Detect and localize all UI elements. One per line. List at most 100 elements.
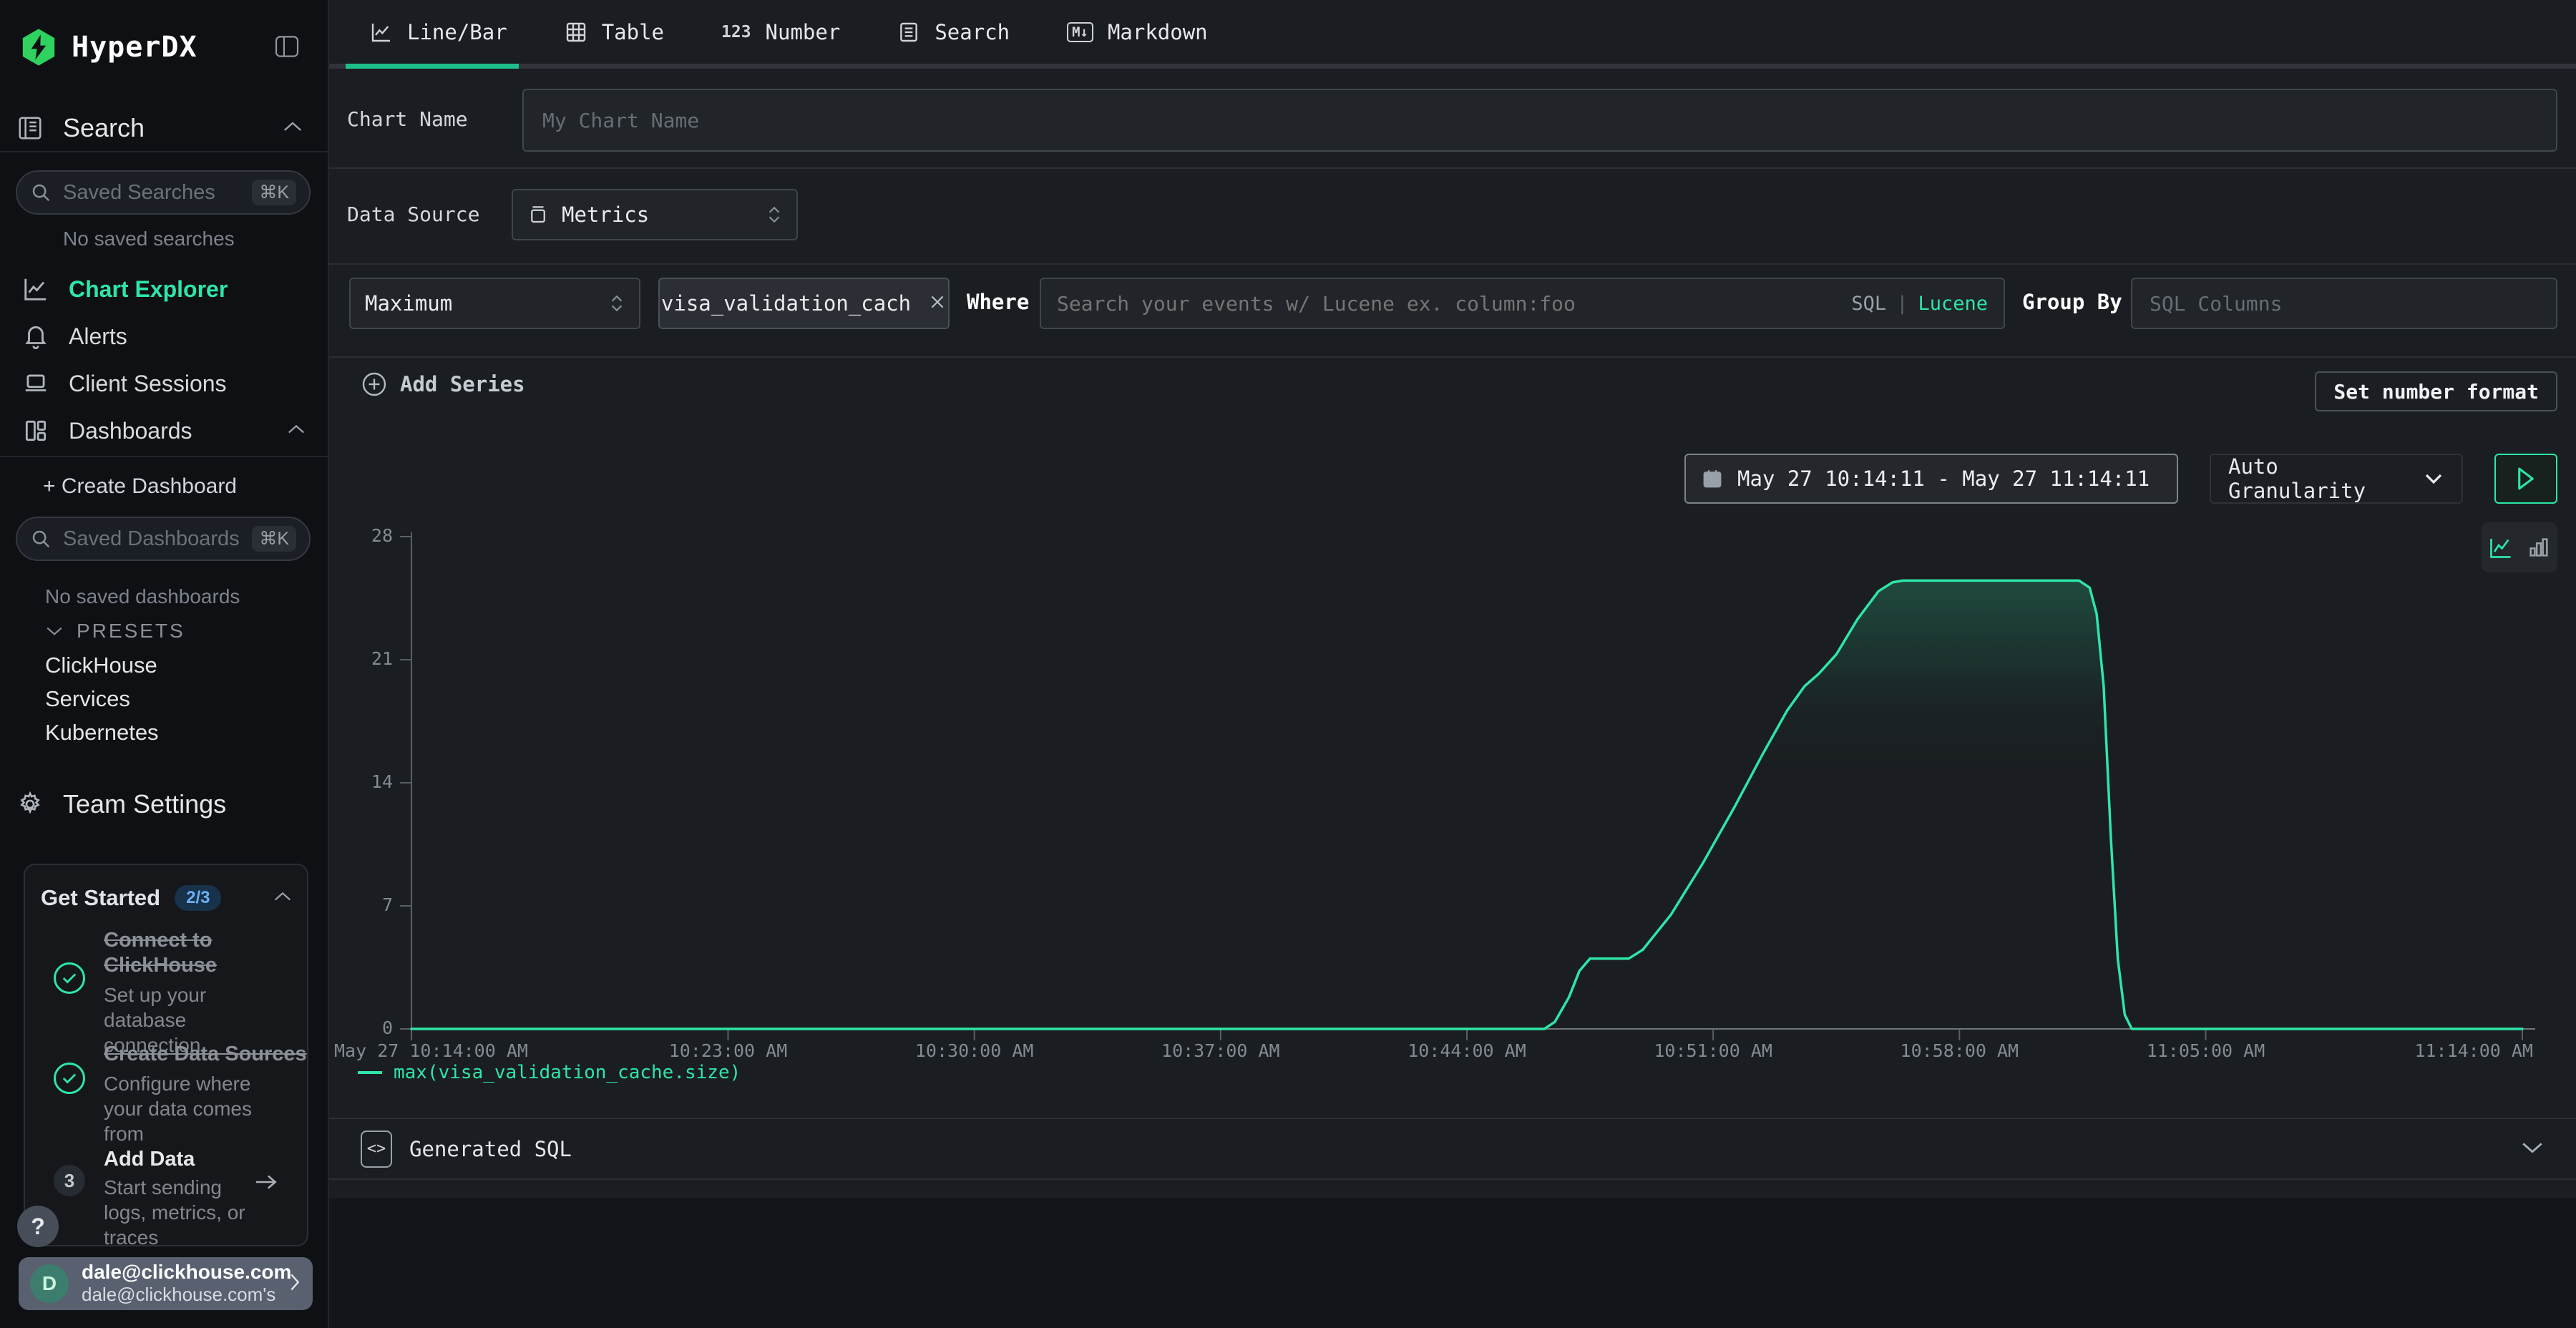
step-number-badge: 3	[54, 1165, 85, 1196]
aggregation-select[interactable]: Maximum	[349, 278, 640, 329]
line-chart-icon[interactable]	[2488, 534, 2514, 560]
sidebar: HyperDX Search ⌘K No saved	[0, 0, 329, 1328]
legend-line-swatch	[358, 1071, 382, 1074]
tab-markdown[interactable]: M↓ Markdown	[1038, 0, 1236, 67]
sidebar-item-client-sessions[interactable]: Client Sessions	[0, 360, 329, 407]
arrow-right-icon	[254, 1173, 278, 1194]
chart-toolbar: May 27 10:14:11 - May 27 11:14:11 Auto G…	[1684, 454, 2557, 504]
granularity-value: Auto Granularity	[2228, 454, 2423, 503]
search-icon	[30, 528, 52, 550]
hyperdx-logo-icon	[19, 27, 59, 67]
select-chevrons-icon	[766, 205, 782, 224]
divider	[0, 456, 329, 457]
active-tab-underline	[346, 64, 519, 69]
sidebar-item-label: Dashboards	[69, 418, 192, 444]
group-by-input[interactable]	[2131, 278, 2557, 329]
get-started-step-3[interactable]: 3 Add Data Start sending logs, metrics, …	[41, 1148, 293, 1226]
gear-icon	[16, 791, 44, 818]
chart-name-input[interactable]	[522, 89, 2557, 152]
close-icon[interactable]	[928, 293, 947, 314]
avatar: D	[30, 1264, 69, 1303]
tab-label: Search	[935, 20, 1010, 44]
date-range-picker[interactable]: May 27 10:14:11 - May 27 11:14:11	[1684, 454, 2178, 504]
team-settings-label: Team Settings	[63, 789, 226, 819]
where-search-input[interactable]	[1057, 292, 1851, 316]
sidebar-item-dashboards[interactable]: Dashboards	[0, 407, 329, 454]
app-logo[interactable]: HyperDX	[19, 27, 197, 67]
line-chart-icon	[21, 275, 50, 303]
run-query-button[interactable]	[2494, 454, 2557, 504]
check-circle-icon	[54, 962, 85, 994]
tab-search[interactable]: Search	[869, 0, 1038, 67]
search-section-icon	[16, 114, 44, 142]
presets-toggle[interactable]: PRESETS	[45, 620, 185, 643]
sidebar-collapse-icon[interactable]	[275, 36, 299, 60]
sidebar-item-chart-explorer[interactable]: Chart Explorer	[0, 265, 329, 313]
sidebar-item-team-settings[interactable]: Team Settings	[16, 789, 313, 819]
chevron-right-icon	[288, 1272, 301, 1295]
divider	[329, 356, 2576, 358]
sidebar-section-search[interactable]: Search	[16, 113, 313, 143]
code-icon: <>	[361, 1131, 392, 1168]
chart-type-toggle[interactable]	[2482, 522, 2557, 572]
granularity-select[interactable]: Auto Granularity	[2210, 454, 2463, 504]
table-icon	[565, 21, 587, 44]
tab-line-bar[interactable]: Line/Bar	[329, 0, 536, 67]
create-dashboard-button[interactable]: + Create Dashboard	[43, 474, 237, 499]
get-started-progress-badge: 2/3	[175, 885, 221, 911]
sidebar-item-alerts[interactable]: Alerts	[0, 313, 329, 360]
divider	[0, 151, 329, 152]
user-menu[interactable]: D dale@clickhouse.com dale@clickhouse.co…	[19, 1257, 313, 1310]
x-axis-tick-label: 10:23:00 AM	[621, 1040, 836, 1061]
get-started-step-1[interactable]: Connect to ClickHouse Set up your databa…	[41, 928, 293, 1035]
saved-searches-input[interactable]	[63, 181, 240, 205]
user-sub-label: dale@clickhouse.com's	[82, 1284, 275, 1306]
tab-label: Markdown	[1108, 20, 1208, 44]
where-input-box[interactable]: SQL | Lucene	[1040, 278, 2005, 329]
no-saved-dashboards-text: No saved dashboards	[45, 585, 240, 608]
saved-dashboards-search[interactable]: ⌘K	[16, 517, 311, 561]
language-toggle-lucene[interactable]: Lucene	[1918, 293, 1988, 315]
y-axis-tick-label: 0	[347, 1017, 393, 1038]
x-axis-tick-label: 10:37:00 AM	[1113, 1040, 1328, 1061]
generated-sql-toggle[interactable]: <> Generated SQL	[329, 1118, 2576, 1180]
help-button[interactable]: ?	[17, 1206, 59, 1247]
x-axis-tick-label: 11:05:00 AM	[2099, 1040, 2313, 1061]
document-list-icon	[897, 21, 920, 44]
chart-name-label: Chart Name	[347, 107, 468, 131]
x-axis-tick-label: 10:58:00 AM	[1852, 1040, 2067, 1061]
data-source-select[interactable]: Metrics	[512, 189, 798, 240]
language-toggle-sql[interactable]: SQL	[1851, 293, 1886, 315]
x-axis-tick-label: May 27 10:14:00 AM	[334, 1040, 528, 1061]
saved-dashboards-input[interactable]	[63, 527, 240, 551]
presets-label: PRESETS	[77, 620, 185, 643]
metric-field-tag[interactable]: visa_validation_cach	[658, 278, 950, 329]
preset-services[interactable]: Services	[45, 686, 130, 712]
laptop-icon	[21, 370, 50, 397]
y-axis-tick-label: 14	[347, 771, 393, 792]
y-axis-tick-label: 7	[347, 894, 393, 915]
tab-table[interactable]: Table	[536, 0, 693, 67]
tab-number[interactable]: 123 Number	[693, 0, 869, 67]
step-title: Create Data Sources	[104, 1043, 318, 1066]
chevron-up-icon[interactable]	[282, 120, 303, 137]
markdown-icon: M↓	[1067, 22, 1093, 42]
sidebar-item-label: Alerts	[69, 323, 127, 350]
add-series-button[interactable]: Add Series	[361, 371, 525, 397]
bar-chart-icon[interactable]	[2527, 535, 2551, 560]
language-toggle-divider: |	[1896, 293, 1908, 315]
add-series-label: Add Series	[400, 372, 525, 396]
preset-kubernetes[interactable]: Kubernetes	[45, 720, 159, 746]
plus-circle-icon	[361, 371, 387, 397]
chevron-up-icon[interactable]	[273, 891, 293, 905]
chevron-up-icon[interactable]	[286, 424, 306, 439]
preset-clickhouse[interactable]: ClickHouse	[45, 653, 157, 678]
y-axis-tick-label: 28	[347, 525, 393, 546]
divider	[329, 263, 2576, 265]
metric-field-name: visa_validation_cach	[661, 291, 911, 316]
play-icon	[2515, 467, 2537, 491]
set-number-format-button[interactable]: Set number format	[2315, 371, 2557, 411]
saved-searches-search[interactable]: ⌘K	[16, 170, 311, 215]
get-started-step-2[interactable]: Create Data Sources Configure where your…	[41, 1043, 293, 1121]
hyperdx-app: HyperDX Search ⌘K No saved	[0, 0, 2576, 1328]
